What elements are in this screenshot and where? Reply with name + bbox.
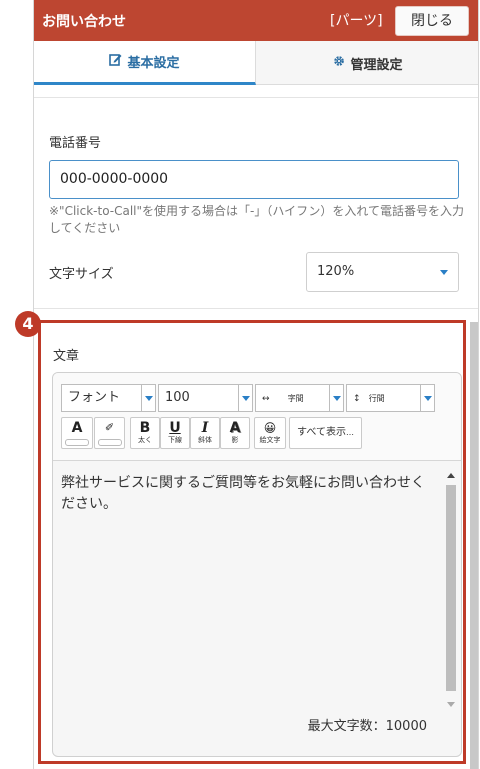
tab-basic-label: 基本設定 [127,56,180,71]
chevron-down-icon [440,270,448,275]
color-swatch [97,439,122,446]
bold-icon: B [139,420,151,436]
color-swatch [65,439,89,446]
panel-header: お問い合わせ [パーツ] 閉じる [34,0,478,41]
highlight-color-button[interactable]: ✐ [94,417,125,449]
font-size-value: 120% [317,264,355,279]
close-button[interactable]: 閉じる [395,6,469,36]
basic-settings-section: 電話番号 000-0000-0000 ※"Click-to-Call"を使用する… [34,97,478,309]
phone-label: 電話番号 [49,136,102,151]
line-spacing-select[interactable]: ↕ 行間 [346,384,435,412]
bold-sub-label: 太く [138,436,152,444]
tab-admin-label: 管理設定 [350,57,403,73]
edit-icon [109,53,122,70]
text-color-icon: A [71,420,83,436]
line-spacing-label: 行間 [368,394,385,403]
shadow-button[interactable]: A 影 [220,417,250,449]
scroll-up-icon[interactable] [446,471,456,479]
shadow-sub-label: 影 [231,436,239,444]
underline-icon: U [169,420,181,436]
chevron-down-icon [420,385,434,411]
font-size-toolbar-select[interactable]: 100 [158,384,253,412]
editor-toolbar: フォント 100 ↔ 字間 ↕ 行間 A ✐ B 太く U 下線 I 斜体 A … [53,373,461,461]
panel-scrollbar[interactable] [470,322,478,769]
text-section-label: 文章 [53,349,80,364]
italic-button[interactable]: I 斜体 [190,417,220,449]
emoji-button[interactable]: 😀 絵文字 [254,417,286,449]
italic-icon: I [201,420,209,436]
marker-icon: ✐ [104,421,115,434]
font-size-toolbar-value: 100 [165,390,190,405]
gear-icon [333,55,345,71]
italic-sub-label: 斜体 [198,436,212,444]
scrollbar-thumb[interactable] [446,485,456,691]
shadow-icon: A [229,420,241,436]
text-color-button[interactable]: A [61,417,93,449]
step-badge: 4 [15,311,41,337]
emoji-icon: 😀 [263,421,277,435]
parts-label: [パーツ] [330,13,383,29]
font-size-select[interactable]: 120% [306,252,459,292]
editor-scrollbar[interactable] [445,469,457,709]
character-counter: 最大文字数：10000 [307,719,427,734]
chevron-down-icon [238,385,252,411]
font-family-select[interactable]: フォント [61,384,156,412]
chevron-down-icon [141,385,155,411]
vertical-arrows-icon: ↕ [353,394,361,404]
more-icon: … [345,428,354,437]
letter-spacing-select[interactable]: ↔ 字間 [255,384,344,412]
phone-input[interactable]: 000-0000-0000 [49,160,459,199]
emoji-sub-label: 絵文字 [259,436,281,444]
show-all-label: すべて表示 [297,427,346,438]
rich-text-editor: フォント 100 ↔ 字間 ↕ 行間 A ✐ B 太く U 下線 I 斜体 A … [52,372,462,757]
tab-admin-settings[interactable]: 管理設定 [256,41,478,85]
bold-button[interactable]: B 太く [130,417,160,449]
tab-basic-settings[interactable]: 基本設定 [34,41,256,85]
settings-panel: お問い合わせ [パーツ] 閉じる 基本設定 管理設定 電話番号 000-0000… [33,0,479,769]
tab-bar: 基本設定 管理設定 [34,41,478,85]
phone-note: ※"Click-to-Call"を使用する場合は「-」（ハイフン）を入れて電話番… [49,204,464,235]
text-section: 文章 フォント 100 ↔ 字間 ↕ 行間 A ✐ B 太く U 下線 I 斜体… [38,320,466,764]
underline-button[interactable]: U 下線 [160,417,190,449]
panel-title: お問い合わせ [42,14,126,30]
scroll-down-icon[interactable] [446,701,456,709]
font-size-label: 文字サイズ [49,267,114,282]
editor-textarea[interactable]: 弊社サービスに関するご質問等をお気軽にお問い合わせください。 [53,463,443,703]
horizontal-arrows-icon: ↔ [262,394,270,404]
chevron-down-icon [329,385,343,411]
font-family-value: フォント [68,390,121,405]
underline-sub-label: 下線 [168,436,182,444]
letter-spacing-label: 字間 [287,394,304,403]
show-all-button[interactable]: すべて表示… [289,417,362,449]
